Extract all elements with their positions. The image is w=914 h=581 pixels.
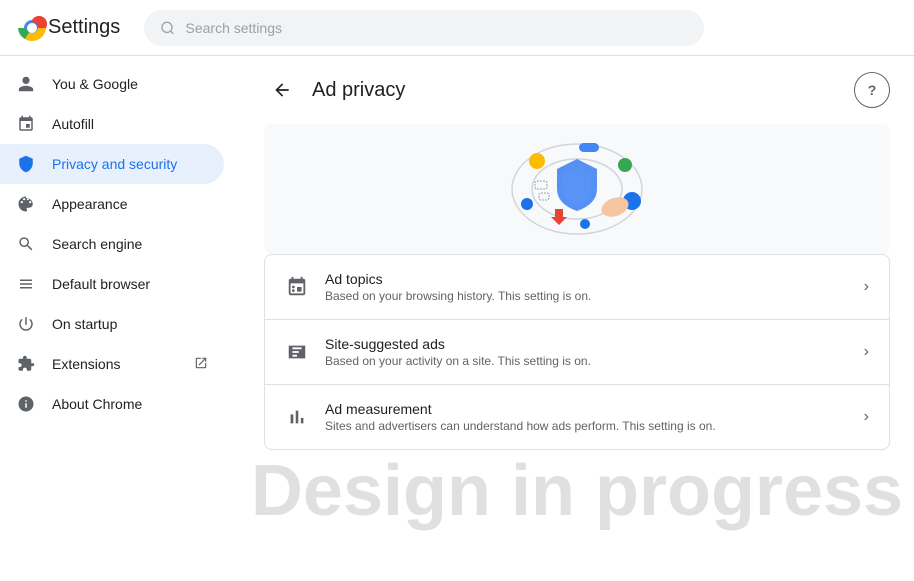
site-ads-title: Site-suggested ads — [325, 336, 848, 352]
sidebar-item-extensions[interactable]: Extensions — [0, 344, 224, 384]
settings-item-ad-topics[interactable]: Ad topics Based on your browsing history… — [265, 255, 889, 320]
sidebar-item-privacy-security[interactable]: Privacy and security — [0, 144, 224, 184]
sidebar-label-privacy-security: Privacy and security — [52, 156, 208, 172]
sidebar-label-about-chrome: About Chrome — [52, 396, 208, 412]
settings-item-ad-measurement[interactable]: Ad measurement Sites and advertisers can… — [265, 385, 889, 449]
sidebar-item-autofill[interactable]: Autofill — [0, 104, 224, 144]
ad-measurement-text: Ad measurement Sites and advertisers can… — [325, 401, 848, 433]
page-title: Ad privacy — [312, 79, 405, 102]
ad-privacy-illustration — [477, 129, 677, 249]
site-ads-desc: Based on your activity on a site. This s… — [325, 354, 848, 368]
ad-topics-title: Ad topics — [325, 271, 848, 287]
person-icon — [16, 74, 36, 94]
autofill-icon — [16, 114, 36, 134]
search-icon — [160, 20, 175, 36]
sidebar-label-default-browser: Default browser — [52, 276, 208, 292]
hero-illustration — [264, 124, 890, 254]
ad-measurement-desc: Sites and advertisers can understand how… — [325, 419, 848, 433]
sidebar-label-you-google: You & Google — [52, 76, 208, 92]
sidebar-item-search-engine[interactable]: Search engine — [0, 224, 224, 264]
power-icon — [16, 314, 36, 334]
external-link-icon — [194, 356, 208, 373]
site-ads-icon — [285, 340, 309, 364]
ad-topics-arrow: › — [864, 278, 869, 296]
ad-topics-text: Ad topics Based on your browsing history… — [325, 271, 848, 303]
sidebar-label-search-engine: Search engine — [52, 236, 208, 252]
info-icon — [16, 394, 36, 414]
sidebar-item-about-chrome[interactable]: About Chrome — [0, 384, 224, 424]
header: Settings — [0, 0, 914, 56]
shield-icon — [16, 154, 36, 174]
app-title: Settings — [48, 16, 120, 39]
sidebar-label-autofill: Autofill — [52, 116, 208, 132]
sidebar-label-extensions: Extensions — [52, 356, 178, 372]
sidebar-item-you-google[interactable]: You & Google — [0, 64, 224, 104]
sidebar: You & Google Autofill Privacy and securi… — [0, 56, 240, 581]
site-ads-arrow: › — [864, 343, 869, 361]
sidebar-item-on-startup[interactable]: On startup — [0, 304, 224, 344]
page-header-left: Ad privacy — [264, 72, 405, 108]
sidebar-item-default-browser[interactable]: Default browser — [0, 264, 224, 304]
puzzle-icon — [16, 354, 36, 374]
page-header: Ad privacy ? — [264, 72, 890, 108]
main-layout: You & Google Autofill Privacy and securi… — [0, 56, 914, 581]
sidebar-item-appearance[interactable]: Appearance — [0, 184, 224, 224]
search-input[interactable] — [186, 20, 689, 36]
sidebar-label-on-startup: On startup — [52, 316, 208, 332]
content-area: Ad privacy ? — [240, 56, 914, 581]
ad-measurement-arrow: › — [864, 408, 869, 426]
chrome-logo — [16, 12, 48, 44]
chart-icon — [285, 405, 309, 429]
back-button[interactable] — [264, 72, 300, 108]
ad-measurement-title: Ad measurement — [325, 401, 848, 417]
settings-list: Ad topics Based on your browsing history… — [264, 254, 890, 450]
browser-icon — [16, 274, 36, 294]
ad-topics-desc: Based on your browsing history. This set… — [325, 289, 848, 303]
content-inner: Ad privacy ? — [240, 56, 914, 466]
search-engine-icon — [16, 234, 36, 254]
palette-icon — [16, 194, 36, 214]
sidebar-label-appearance: Appearance — [52, 196, 208, 212]
ad-topics-icon — [285, 275, 309, 299]
help-button[interactable]: ? — [854, 72, 890, 108]
site-ads-text: Site-suggested ads Based on your activit… — [325, 336, 848, 368]
search-bar[interactable] — [144, 10, 704, 46]
settings-item-site-suggested-ads[interactable]: Site-suggested ads Based on your activit… — [265, 320, 889, 385]
